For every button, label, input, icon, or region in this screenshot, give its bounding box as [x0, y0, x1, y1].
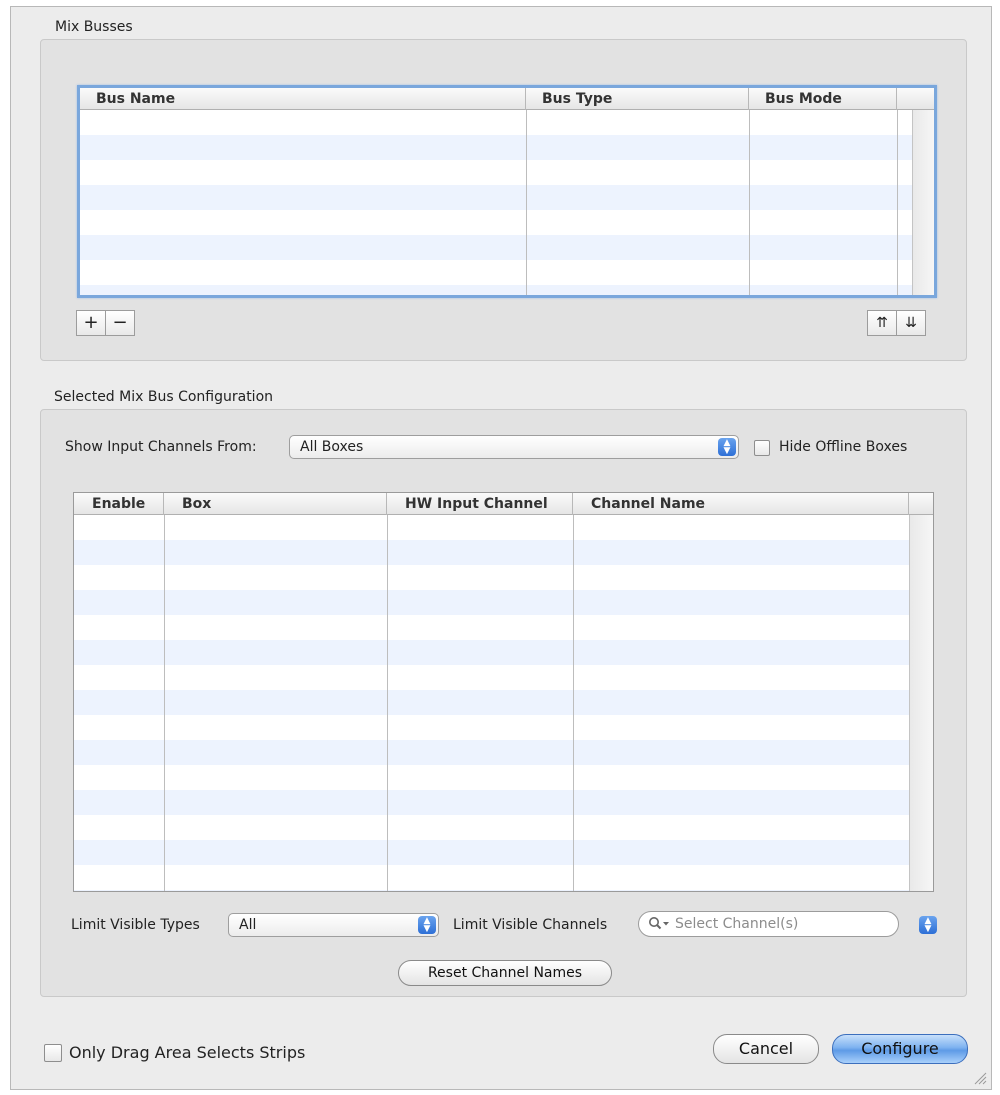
- limit-types-value: All: [239, 917, 257, 933]
- config-group: Show Input Channels From: All Boxes ▲ ▼ H…: [40, 409, 967, 997]
- limit-channels-label: Limit Visible Channels: [453, 917, 608, 933]
- move-bus-down-button[interactable]: ⇊: [896, 310, 926, 336]
- mix-bus-dialog: Mix Busses Bus Name Bus Type Bus Mode + …: [10, 6, 992, 1090]
- col-hw-input-channel[interactable]: HW Input Channel: [387, 493, 573, 515]
- show-from-label: Show Input Channels From:: [65, 439, 257, 455]
- mix-bus-table-body[interactable]: [80, 110, 934, 295]
- show-from-popup[interactable]: All Boxes ▲ ▼: [289, 435, 739, 459]
- column-divider: [387, 515, 388, 891]
- input-channel-table[interactable]: Enable Box HW Input Channel Channel Name: [73, 492, 934, 892]
- input-channel-table-body[interactable]: [74, 515, 933, 891]
- reset-channel-names-button[interactable]: Reset Channel Names: [398, 960, 612, 986]
- search-icon: [649, 917, 669, 930]
- mix-busses-title: Mix Busses: [55, 19, 133, 35]
- popup-arrows-icon: ▲ ▼: [418, 916, 436, 934]
- remove-bus-button[interactable]: −: [105, 310, 135, 336]
- limit-types-popup[interactable]: All ▲ ▼: [228, 913, 439, 937]
- input-channel-scrollbar[interactable]: [909, 515, 933, 891]
- col-bus-name[interactable]: Bus Name: [80, 88, 526, 110]
- column-divider: [897, 110, 898, 295]
- drag-area-label[interactable]: Only Drag Area Selects Strips: [69, 1043, 305, 1062]
- move-bus-up-button[interactable]: ⇈: [867, 310, 897, 336]
- input-channel-table-header: Enable Box HW Input Channel Channel Name: [74, 493, 933, 515]
- mix-busses-group: Bus Name Bus Type Bus Mode + − ⇈ ⇊: [40, 39, 967, 361]
- channel-stepper-arrows-icon[interactable]: ▲ ▼: [919, 916, 937, 934]
- col-enable[interactable]: Enable: [74, 493, 164, 515]
- mix-bus-table-header: Bus Name Bus Type Bus Mode: [80, 88, 934, 110]
- mix-bus-table[interactable]: Bus Name Bus Type Bus Mode: [77, 85, 937, 298]
- limit-types-label: Limit Visible Types: [71, 917, 200, 933]
- hide-offline-label[interactable]: Hide Offline Boxes: [779, 439, 907, 455]
- col-box[interactable]: Box: [164, 493, 387, 515]
- popup-arrows-icon: ▲ ▼: [718, 438, 736, 456]
- drag-area-checkbox[interactable]: [44, 1044, 62, 1062]
- channel-search-placeholder: Select Channel(s): [675, 916, 799, 932]
- channel-search-field[interactable]: Select Channel(s): [638, 911, 899, 937]
- cancel-button[interactable]: Cancel: [713, 1034, 819, 1064]
- resize-grip-icon[interactable]: [973, 1071, 987, 1085]
- col-channel-name[interactable]: Channel Name: [573, 493, 909, 515]
- hide-offline-checkbox[interactable]: [754, 440, 770, 456]
- show-from-value: All Boxes: [300, 439, 364, 455]
- column-divider: [526, 110, 527, 295]
- add-bus-button[interactable]: +: [76, 310, 106, 336]
- config-title: Selected Mix Bus Configuration: [54, 389, 274, 405]
- col-bus-mode[interactable]: Bus Mode: [749, 88, 897, 110]
- col-bus-type[interactable]: Bus Type: [526, 88, 749, 110]
- configure-button[interactable]: Configure: [832, 1034, 968, 1064]
- column-divider: [164, 515, 165, 891]
- column-divider: [573, 515, 574, 891]
- column-divider: [749, 110, 750, 295]
- mix-bus-scrollbar[interactable]: [912, 110, 934, 295]
